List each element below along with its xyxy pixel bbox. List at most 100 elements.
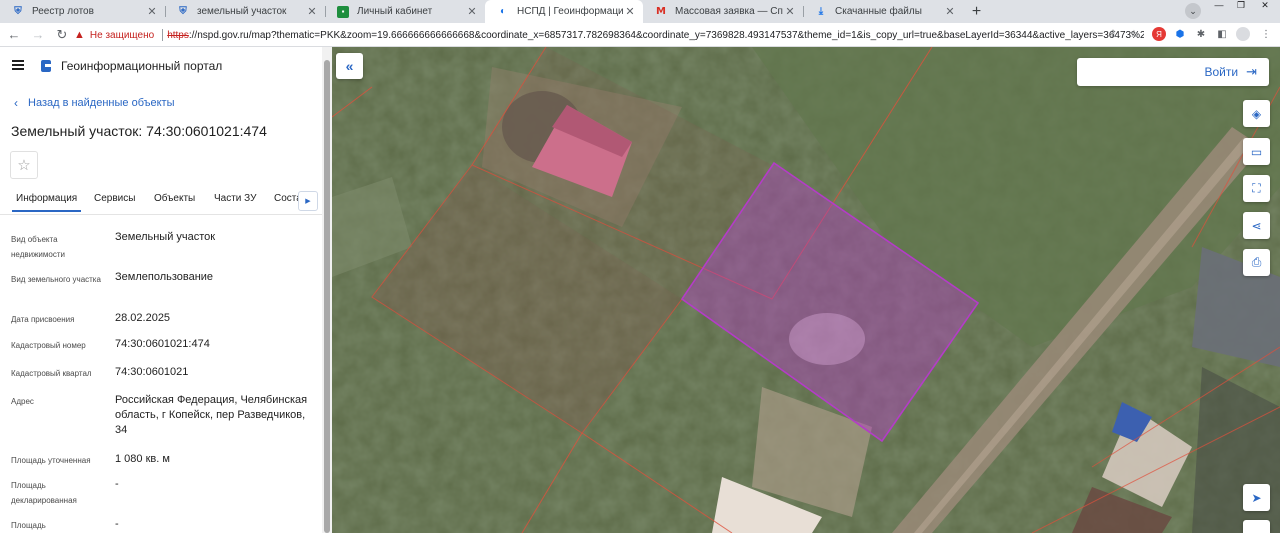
login-button[interactable]: Войти ⇥ bbox=[1077, 58, 1269, 86]
satellite-imagery bbox=[332, 47, 1280, 533]
prop-value-land-type: Землепользование bbox=[115, 271, 214, 283]
close-tab-icon[interactable]: ✕ bbox=[943, 5, 957, 18]
panel-scrollbar-thumb[interactable] bbox=[324, 60, 330, 533]
gmail-icon: M bbox=[656, 6, 666, 17]
layers-icon: ◈ bbox=[1251, 106, 1262, 121]
select-area-icon: ⛶ bbox=[1252, 181, 1261, 195]
chevron-down-icon[interactable]: ⌄ bbox=[1185, 3, 1201, 19]
login-arrow-icon: ⇥ bbox=[1246, 64, 1257, 79]
browser-tab-1[interactable]: ⛨ Реестр лотов ✕ bbox=[0, 0, 165, 23]
minimize-icon[interactable]: — bbox=[1208, 0, 1230, 10]
login-label: Войти bbox=[1204, 65, 1239, 79]
puzzle-extensions-icon[interactable]: ✱ bbox=[1194, 27, 1208, 41]
locate-tool-button[interactable]: ➤ bbox=[1243, 484, 1270, 511]
more-tool-button[interactable] bbox=[1243, 520, 1270, 533]
close-tab-icon[interactable]: ✕ bbox=[465, 5, 479, 18]
back-link-label: Назад в найденные объекты bbox=[28, 97, 175, 109]
close-tab-icon[interactable]: ✕ bbox=[145, 5, 159, 18]
double-chevron-left-icon: « bbox=[345, 58, 354, 74]
prop-value-area: - bbox=[115, 518, 119, 530]
reload-icon[interactable]: ↻ bbox=[52, 25, 72, 45]
ruler-icon: ▭ bbox=[1250, 144, 1263, 159]
prop-label-area: Площадь bbox=[11, 521, 46, 530]
map-view[interactable] bbox=[332, 47, 1280, 533]
object-title: Земельный участок: 74:30:0601021:474 bbox=[11, 123, 267, 139]
portal-title: Геоинформационный портал bbox=[61, 59, 223, 73]
shield-extension-icon[interactable]: ⬢ bbox=[1173, 27, 1187, 41]
prop-label-area-declared: Площадь декларированная bbox=[11, 481, 77, 505]
share-tool-button[interactable]: ⋖ bbox=[1243, 212, 1270, 239]
ruler-tool-button[interactable]: ▭ bbox=[1243, 138, 1270, 165]
close-window-icon[interactable]: ✕ bbox=[1254, 0, 1276, 10]
browser-tab-title: Личный кабинет bbox=[357, 6, 433, 17]
browser-tab-strip: ⛨ Реестр лотов ✕ ⛨ земельный участок ✕ ▪… bbox=[0, 0, 1280, 23]
info-panel: Геоинформационный портал ‹ Назад в найде… bbox=[0, 47, 322, 533]
back-arrow-icon[interactable]: ← bbox=[4, 25, 24, 45]
prop-label-address: Адрес bbox=[11, 397, 34, 406]
collapse-panel-button[interactable]: « bbox=[336, 53, 363, 79]
portal-logo-icon bbox=[41, 60, 51, 72]
select-area-tool-button[interactable]: ⛶ bbox=[1243, 175, 1270, 202]
print-tool-button[interactable]: ⎙ bbox=[1243, 249, 1270, 276]
favorite-star-button[interactable]: ☆ bbox=[10, 151, 38, 179]
prop-value-address: Российская Федерация, Челябинская област… bbox=[115, 394, 308, 436]
browser-tab-title: Реестр лотов bbox=[32, 6, 94, 17]
share-icon[interactable]: ⇪ bbox=[1106, 27, 1120, 41]
side-panel-icon[interactable]: ◧ bbox=[1215, 27, 1229, 41]
url-text: https://nspd.gov.ru/map?thematic=PKK&zoo… bbox=[167, 30, 1144, 41]
menu-icon[interactable] bbox=[12, 60, 24, 70]
close-tab-icon[interactable]: ✕ bbox=[783, 5, 797, 18]
prop-value-area-declared: - bbox=[115, 478, 119, 490]
prop-label-object-type: Вид объекта недвижимости bbox=[11, 235, 65, 259]
back-to-results-link[interactable]: ‹ Назад в найденные объекты bbox=[14, 96, 175, 110]
layers-tool-button[interactable]: ◈ bbox=[1243, 100, 1270, 127]
address-input[interactable]: ▲ Не защищено https://nspd.gov.ru/map?th… bbox=[74, 25, 1144, 45]
browser-tab-6[interactable]: ⤓ Скачанные файлы ✕ bbox=[803, 0, 963, 23]
prop-label-assign-date: Дата присвоения bbox=[11, 315, 75, 324]
chevron-left-icon: ‹ bbox=[14, 96, 18, 110]
close-tab-icon[interactable]: ✕ bbox=[305, 5, 319, 18]
tabs-scroll-right-button[interactable]: ▶ bbox=[298, 191, 318, 211]
blue-nspd-icon: ◐ bbox=[499, 6, 507, 17]
yandex-extension-icon[interactable]: Я bbox=[1152, 27, 1166, 41]
share-icon: ⋖ bbox=[1251, 218, 1262, 233]
warning-triangle-icon: ▲ bbox=[74, 29, 85, 41]
prop-value-cadastral-quarter: 74:30:0601021 bbox=[115, 366, 189, 378]
star-icon: ☆ bbox=[17, 157, 31, 174]
prop-label-cadastral-number: Кадастровый номер bbox=[11, 341, 86, 350]
tab-services[interactable]: Сервисы bbox=[94, 193, 135, 204]
security-label: Не защищено bbox=[89, 29, 155, 41]
prop-value-area-refined: 1 080 кв. м bbox=[115, 453, 170, 465]
bookmark-star-icon[interactable]: ☆ bbox=[1127, 27, 1141, 41]
omnibox-divider bbox=[162, 29, 164, 41]
browser-tab-3[interactable]: ▪ Личный кабинет ✕ bbox=[325, 0, 485, 23]
tab-parcel-parts[interactable]: Части ЗУ bbox=[214, 193, 256, 204]
green-square-icon: ▪ bbox=[337, 5, 349, 18]
forward-arrow-icon[interactable]: → bbox=[28, 25, 48, 45]
prop-value-assign-date: 28.02.2025 bbox=[115, 312, 171, 324]
address-toolbar: ← → ↻ ▲ Не защищено https://nspd.gov.ru/… bbox=[0, 23, 1280, 47]
tab-information[interactable]: Информация bbox=[11, 193, 82, 212]
download-icon: ⤓ bbox=[818, 6, 824, 17]
browser-tab-title: земельный участок bbox=[197, 6, 287, 17]
navigation-arrow-icon: ➤ bbox=[1251, 490, 1262, 505]
browser-tab-title: НСПД | Геоинформационный п bbox=[517, 6, 623, 17]
panel-tabs: Информация Сервисы Объекты Части ЗУ Сост… bbox=[0, 187, 322, 215]
prop-value-cadastral-number: 74:30:0601021:474 bbox=[115, 338, 210, 350]
printer-icon: ⎙ bbox=[1251, 255, 1262, 269]
url-rest: ://nspd.gov.ru/map?thematic=PKK&zoom=19.… bbox=[188, 29, 1144, 41]
more-menu-icon[interactable]: ⋮ bbox=[1259, 27, 1273, 41]
prop-label-land-type: Вид земельного участка bbox=[11, 275, 101, 284]
browser-tab-5[interactable]: M Массовая заявка — Список зая ✕ bbox=[643, 0, 803, 23]
restore-icon[interactable]: ❐ bbox=[1230, 0, 1252, 10]
browser-tab-4-active[interactable]: ◐ НСПД | Геоинформационный п ✕ bbox=[485, 0, 643, 23]
tab-objects[interactable]: Объекты bbox=[154, 193, 195, 204]
browser-tab-title: Массовая заявка — Список зая bbox=[675, 6, 783, 17]
browser-tab-2[interactable]: ⛨ земельный участок ✕ bbox=[165, 0, 325, 23]
close-tab-icon[interactable]: ✕ bbox=[623, 5, 637, 18]
prop-label-area-refined: Площадь уточненная bbox=[11, 456, 91, 465]
profile-avatar[interactable] bbox=[1236, 27, 1250, 41]
new-tab-button[interactable]: + bbox=[966, 1, 987, 22]
url-scheme: https bbox=[167, 29, 189, 41]
blue-shield-icon: ⛨ bbox=[179, 6, 187, 17]
